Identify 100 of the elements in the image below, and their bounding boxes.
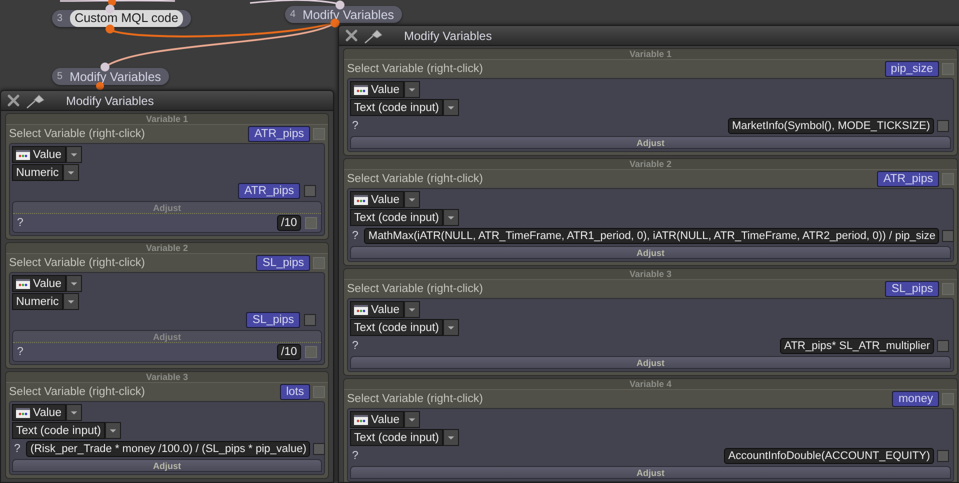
dropdown-button[interactable] [66,146,82,163]
source-dropdown[interactable]: Value [350,411,404,428]
checkbox[interactable] [305,217,317,229]
title-bar[interactable]: Modify Variables [1,91,333,111]
checkbox[interactable] [313,386,325,398]
checkbox[interactable] [304,314,316,326]
node[interactable]: 3 Custom MQL code [52,10,192,27]
variable-header: Variable 1 [344,49,957,60]
variable-header: Variable 2 [6,243,328,254]
checkbox[interactable] [937,340,949,352]
checkbox[interactable] [942,393,954,405]
select-variable-label: Select Variable (right-click) [347,173,484,185]
checkbox[interactable] [937,120,949,132]
dropdown-button[interactable] [66,404,82,421]
type-dropdown[interactable]: Text (code input) [350,319,444,336]
type-dropdown[interactable]: Text (code input) [350,209,444,226]
variable-tag[interactable]: ATR_pips [248,126,310,142]
source-dropdown[interactable]: Value [12,146,66,163]
select-variable-label: Select Variable (right-click) [347,283,484,295]
code-field[interactable]: ATR_pips* SL_ATR_multiplier [780,338,934,354]
node[interactable]: 4 Modify Variables [285,6,402,23]
adjust-field[interactable]: /10 [277,215,301,231]
source-dropdown[interactable]: Value [350,301,404,318]
value-icon [354,414,368,424]
type-dropdown[interactable]: Text (code input) [350,429,444,446]
node[interactable]: 5 Modify Variables [52,68,170,85]
variable-header: Variable 1 [6,114,328,125]
type-dropdown[interactable]: Text (code input) [350,99,444,116]
dropdown-button[interactable] [404,191,420,208]
checkbox[interactable] [313,128,325,140]
checkbox[interactable] [313,257,325,269]
dropdown-button[interactable] [66,275,82,292]
dropdown-button[interactable] [443,99,460,116]
variable-tag[interactable]: SL_pips [885,281,939,297]
dropdown-button[interactable] [62,293,79,310]
adjust-bar[interactable]: Adjust [350,136,951,149]
code-field[interactable]: MarketInfo(Symbol(), MODE_TICKSIZE) [728,118,934,134]
variable-tag[interactable]: SL_pips [256,255,310,271]
variable-tag[interactable]: ATR_pips [238,182,300,198]
connector-pin[interactable] [106,24,114,34]
dropdown-button[interactable] [443,209,460,226]
dropdown-button[interactable] [404,301,420,318]
type-dropdown[interactable]: Numeric [12,293,63,310]
dropdown-button[interactable] [105,422,122,439]
connector-pin[interactable] [106,4,114,14]
help-mark: ? [352,450,358,462]
dropdown-button[interactable] [62,164,79,181]
variable-tag[interactable]: ATR_pips [877,171,939,187]
source-dropdown[interactable]: Value [12,275,66,292]
dropdown-button[interactable] [404,81,420,98]
dropdown-button[interactable] [404,411,420,428]
connector-pin[interactable] [330,18,340,28]
connector-pin[interactable] [108,0,116,6]
checkbox[interactable] [942,63,954,75]
checkbox[interactable] [942,230,954,242]
connector-pin[interactable] [100,62,110,72]
variable-tag[interactable]: lots [280,384,310,400]
checkbox[interactable] [942,283,954,295]
select-variable-label: Select Variable (right-click) [9,128,146,140]
adjust-bar[interactable]: Adjust [350,466,951,479]
source-dropdown[interactable]: Value [350,191,404,208]
variable-tag[interactable]: money [892,391,939,407]
source-dropdown[interactable]: Value [12,404,66,421]
checkbox[interactable] [305,346,317,358]
close-icon[interactable] [7,94,20,107]
select-variable-label: Select Variable (right-click) [9,257,146,269]
checkbox[interactable] [304,184,316,196]
value-icon [16,150,30,160]
dropdown-button[interactable] [443,429,460,446]
help-mark: ? [17,217,24,229]
adjust-bar[interactable]: Adjust [12,459,322,472]
connector-pin[interactable] [96,82,104,90]
select-variable-label: Select Variable (right-click) [347,393,484,405]
adjust-bar[interactable]: Adjust [350,246,951,259]
source-dropdown[interactable]: Value [350,81,404,98]
connector-pin[interactable] [336,0,344,10]
title-bar[interactable]: Modify Variables [339,26,959,46]
code-field[interactable]: (Risk_per_Trade * money /100.0) / (SL_pips * pip_value) [26,441,310,457]
checkbox[interactable] [942,173,954,185]
variable-header: Variable 3 [344,269,957,280]
checkbox[interactable] [313,443,326,455]
help-mark: ? [17,346,24,358]
help-mark: ? [352,340,358,352]
dropdown-button[interactable] [443,319,460,336]
value-icon [354,304,368,314]
type-dropdown[interactable]: Text (code input) [12,422,106,439]
code-field[interactable]: MathMax(iATR(NULL, ATR_TimeFrame, ATR1_period, 0), iATR(NULL, ATR_TimeFrame, ATR2_period, 0)) / pip_size [364,228,940,244]
pin-icon[interactable] [364,28,384,44]
value-icon [354,194,368,204]
adjust-field[interactable]: /10 [277,344,301,360]
variable-tag[interactable]: SL_pips [246,312,300,328]
value-icon [16,408,30,418]
close-icon[interactable] [345,29,358,42]
checkbox[interactable] [937,450,949,462]
adjust-bar[interactable]: Adjust [350,356,951,369]
type-dropdown[interactable]: Numeric [12,164,63,181]
window-title: Modify Variables [404,28,492,42]
code-field[interactable]: AccountInfoDouble(ACCOUNT_EQUITY) [724,448,934,464]
pin-icon[interactable] [26,92,46,108]
variable-tag[interactable]: pip_size [884,61,939,77]
